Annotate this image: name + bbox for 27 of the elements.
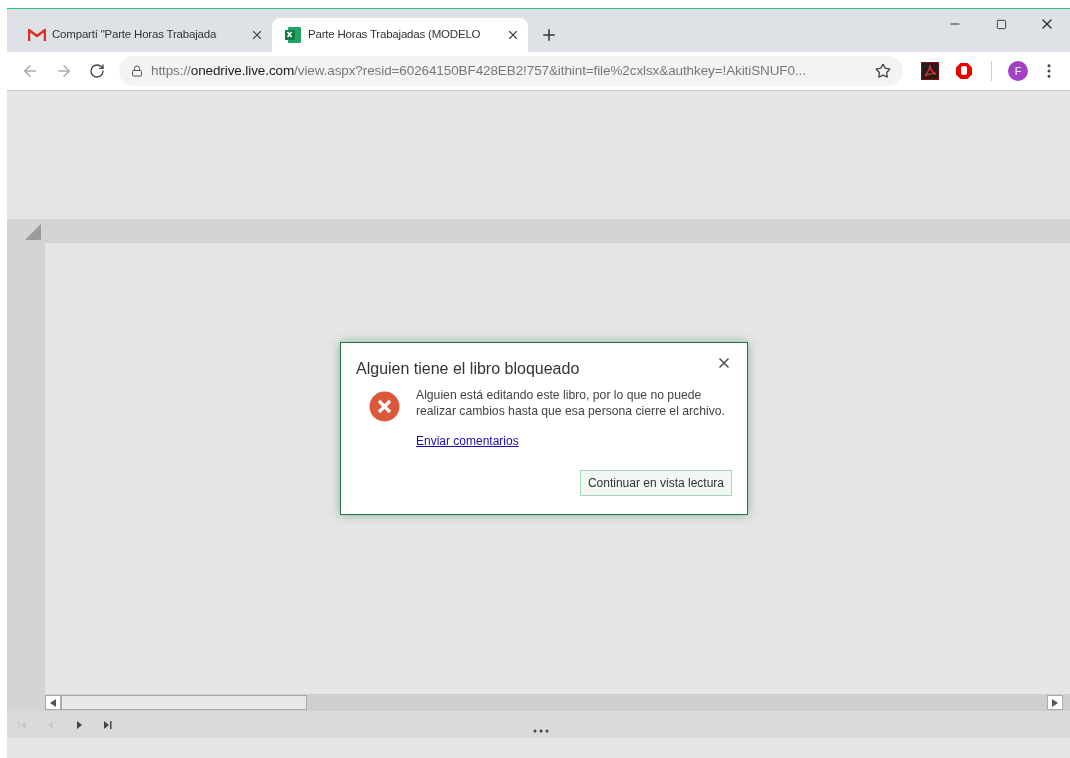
maximize-icon[interactable]	[995, 18, 1007, 30]
scroll-left-icon[interactable]	[50, 698, 56, 707]
lock-icon	[131, 65, 143, 77]
tab-title: Compartí "Parte Horas Trabajada	[52, 27, 218, 43]
profile-avatar[interactable]: F	[1008, 61, 1028, 81]
close-icon[interactable]	[716, 355, 732, 371]
reload-icon[interactable]	[89, 63, 105, 79]
sheet-nav-icon[interactable]	[101, 718, 113, 731]
horizontal-scrollbar[interactable]	[45, 694, 1063, 711]
tab-title: Parte Horas Trabajadas (MODELO	[308, 27, 482, 43]
dialog-message: Alguien está editando este libro, por lo que no puede realizar cambios hasta que esa persona cierre el archivo.	[416, 387, 726, 419]
more-dots-icon[interactable]	[532, 728, 549, 733]
spreadsheet-logo-icon	[284, 26, 302, 44]
bookmark-star-icon[interactable]	[875, 63, 891, 79]
close-icon[interactable]	[506, 28, 520, 42]
scroll-right-icon[interactable]	[1052, 698, 1058, 707]
close-icon[interactable]	[250, 28, 264, 42]
address-bar[interactable]: https://onedrive.live.com/view.aspx?resid=60264150BF428EB2!757&ithint=file%2cxlsx&authkey=!AkitiSNUF0...	[119, 56, 903, 86]
error-icon	[369, 391, 400, 422]
continue-read-mode-button[interactable]: Continuar en vista lectura	[579, 470, 732, 496]
mail-logo-icon	[28, 28, 46, 42]
pdf-extension-icon[interactable]	[921, 62, 939, 80]
new-tab-icon[interactable]	[540, 26, 558, 44]
url-text: https://onedrive.live.com/view.aspx?resid=60264150BF428EB2!757&ithint=file%2cxlsx&authkey=!AkitiSNUF0...	[151, 61, 807, 80]
feedback-link[interactable]: Enviar comentarios	[416, 432, 519, 450]
dialog-title: Alguien tiene el libro bloqueado	[356, 359, 580, 379]
browser-tab[interactable]: Parte Horas Trabajadas (MODELO	[272, 18, 528, 52]
